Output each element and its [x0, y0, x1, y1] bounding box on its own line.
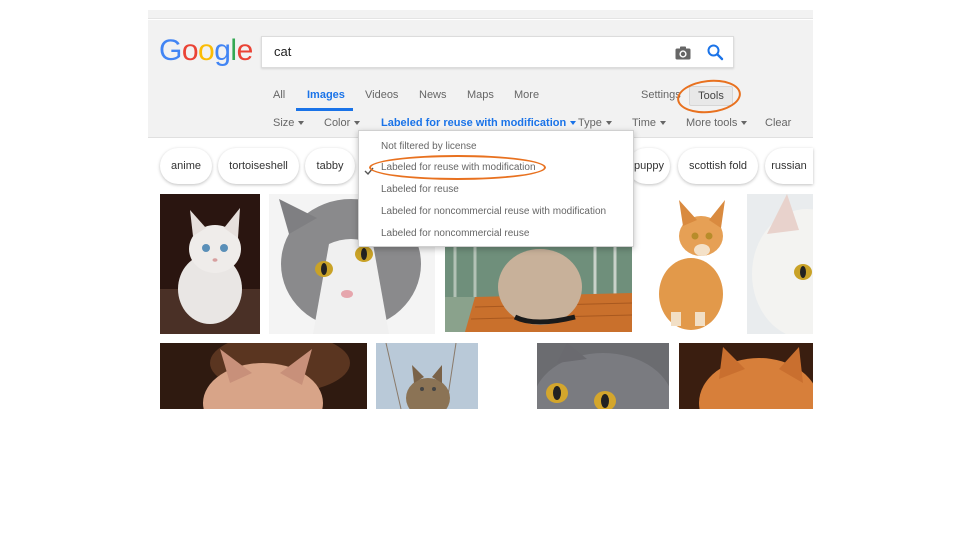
- logo-letter: o: [198, 34, 215, 67]
- chevron-down-icon: [298, 121, 305, 126]
- chevron-down-icon: [741, 121, 748, 126]
- image-result[interactable]: [445, 247, 632, 332]
- kitten-white-image: [160, 194, 260, 334]
- ginger-cat-image: [679, 343, 813, 409]
- filter-type-label: Type: [578, 117, 602, 129]
- tab-images[interactable]: Images: [307, 88, 345, 102]
- filter-time[interactable]: Time: [632, 116, 667, 130]
- image-result[interactable]: [160, 194, 260, 334]
- chip-tabby[interactable]: tabby: [305, 148, 355, 184]
- image-result[interactable]: [376, 343, 478, 409]
- menu-item-noncommercial-with-modification[interactable]: Labeled for noncommercial reuse with mod…: [381, 206, 606, 218]
- search-query[interactable]: cat: [274, 44, 291, 59]
- search-input[interactable]: cat: [261, 36, 734, 68]
- filter-usage-rights-label: Labeled for reuse with modification: [381, 117, 567, 129]
- chevron-down-icon: [354, 121, 361, 126]
- chevron-down-icon: [570, 121, 577, 126]
- filter-usage-rights[interactable]: Labeled for reuse with modification: [381, 116, 577, 130]
- tab-maps[interactable]: Maps: [467, 88, 494, 102]
- menu-item-reuse[interactable]: Labeled for reuse: [381, 184, 459, 196]
- screen: Google cat All Images Videos News Maps M…: [0, 0, 960, 540]
- tab-news[interactable]: News: [419, 88, 447, 102]
- search-icon[interactable]: [706, 43, 724, 61]
- chip-russian[interactable]: russian: [765, 148, 813, 184]
- camera-icon[interactable]: [674, 44, 692, 62]
- usage-rights-menu: Not filtered by license Labeled for reus…: [358, 130, 634, 247]
- menu-item-not-filtered[interactable]: Not filtered by license: [381, 141, 477, 153]
- gray-cat-eyes-image: [537, 343, 669, 409]
- siamese-cat-image: [445, 247, 632, 332]
- image-result[interactable]: [537, 343, 669, 409]
- google-logo[interactable]: Google: [159, 32, 253, 70]
- image-result[interactable]: [679, 343, 813, 409]
- filter-time-label: Time: [632, 117, 657, 129]
- filter-color[interactable]: Color: [324, 116, 361, 130]
- tools-button[interactable]: Tools: [689, 86, 733, 106]
- clear-filters-link[interactable]: Clear: [765, 116, 791, 130]
- nav-tabs: All Images Videos News Maps More Setting…: [0, 88, 960, 112]
- image-result[interactable]: [747, 194, 813, 334]
- filter-more-tools[interactable]: More tools: [686, 116, 748, 130]
- tab-videos[interactable]: Videos: [365, 88, 398, 102]
- logo-letter: e: [236, 34, 254, 67]
- active-tab-indicator: [296, 108, 353, 111]
- chevron-down-icon: [660, 121, 667, 126]
- filter-color-label: Color: [324, 117, 351, 129]
- chip-anime[interactable]: anime: [160, 148, 212, 184]
- logo-letter: G: [159, 34, 182, 67]
- menu-item-noncommercial[interactable]: Labeled for noncommercial reuse: [381, 228, 529, 240]
- tab-all[interactable]: All: [273, 88, 285, 102]
- image-result[interactable]: [160, 343, 367, 409]
- orange-kitten-image: [641, 194, 741, 334]
- filter-size[interactable]: Size: [273, 116, 305, 130]
- chevron-down-icon: [605, 121, 612, 126]
- filter-bar: Size Color Labeled for reuse with modifi…: [0, 116, 960, 130]
- settings-link[interactable]: Settings: [641, 88, 681, 102]
- logo-letter: g: [214, 34, 231, 67]
- checkmark-icon: [364, 167, 374, 176]
- filter-more-tools-label: More tools: [686, 117, 738, 129]
- chip-tortoiseshell[interactable]: tortoiseshell: [218, 148, 299, 184]
- filter-size-label: Size: [273, 117, 295, 129]
- top-strip: [148, 10, 813, 19]
- menu-item-reuse-with-modification[interactable]: Labeled for reuse with modification: [381, 162, 536, 174]
- filter-type[interactable]: Type: [578, 116, 612, 130]
- logo-letter: o: [181, 34, 199, 67]
- tabby-cat-image: [376, 343, 478, 409]
- chip-scottish-fold[interactable]: scottish fold: [678, 148, 758, 184]
- fluffy-cat-image: [160, 343, 367, 409]
- image-result[interactable]: [641, 194, 741, 334]
- white-cat-closeup-image: [747, 194, 813, 334]
- tab-more[interactable]: More: [514, 88, 539, 102]
- chip-puppy[interactable]: puppy: [628, 148, 670, 184]
